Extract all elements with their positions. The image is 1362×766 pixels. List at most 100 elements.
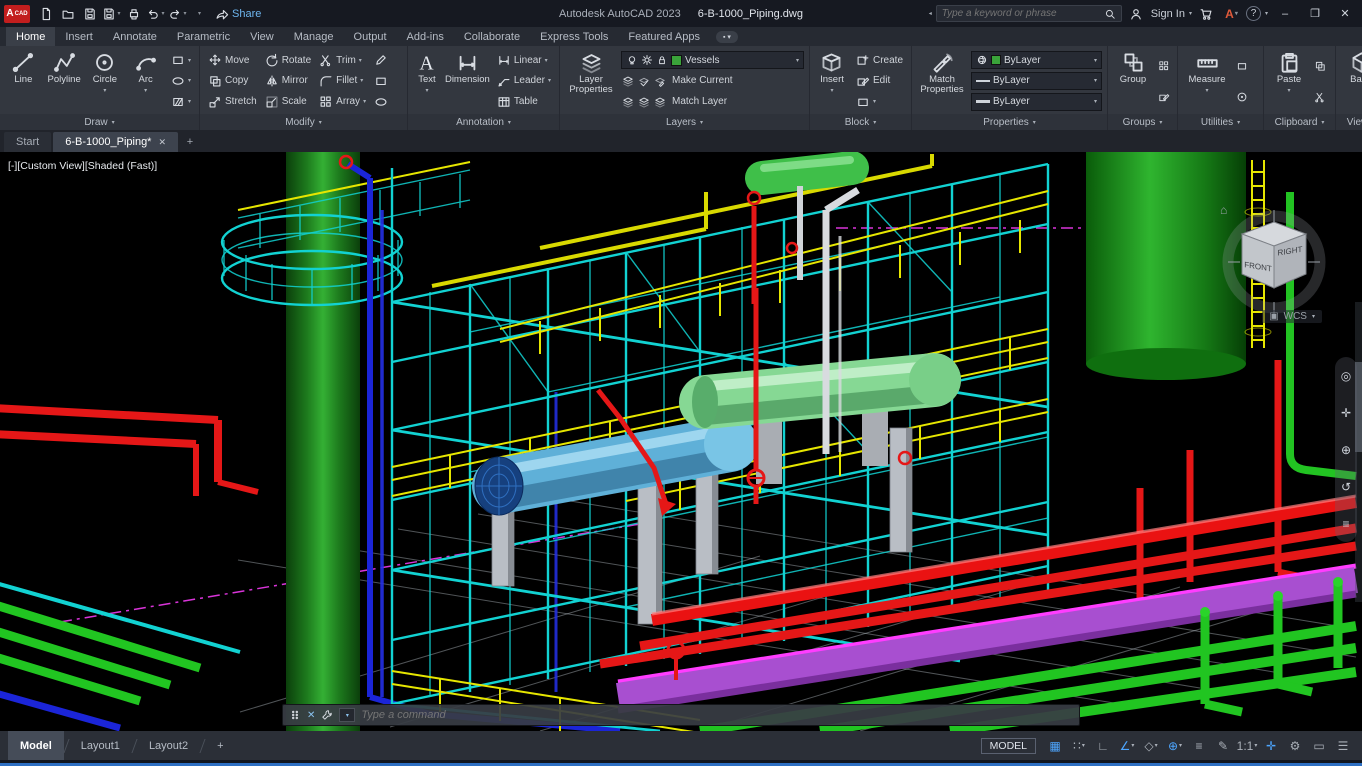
layer-color-chip[interactable] [671,54,682,66]
linetype-select[interactable]: ByLayer ▾ [971,71,1102,90]
polyline-button[interactable]: Polyline [46,49,83,113]
panel-label-groups[interactable]: Groups ▾ [1108,114,1177,130]
layer-lock-icon[interactable] [656,54,668,66]
ribbon-tab-insert[interactable]: Insert [55,27,103,46]
panel-label-modify[interactable]: Modify ▾ [200,114,407,130]
ribbon-display-toggle[interactable]: ▪ ▾ [715,30,738,43]
panel-label-view[interactable]: View▾ [1336,114,1362,130]
stretch-button[interactable]: Stretch [205,92,260,111]
layer-isolate-tool[interactable] [621,92,635,111]
share-button[interactable]: Share [215,7,261,21]
insert-block-button[interactable]: Insert ▾ [815,49,849,113]
explode-button[interactable] [371,71,391,90]
ribbon-tab-express-tools[interactable]: Express Tools [530,27,618,46]
undo-button[interactable]: ▾ [145,3,166,24]
pan-icon[interactable]: ✛ [1341,406,1351,420]
ribbon-tab-home[interactable]: Home [6,27,56,46]
command-close-icon[interactable]: ✕ [307,710,315,721]
ribbon-tab-parametric[interactable]: Parametric [167,27,240,46]
hatch-tool-button[interactable]: ▾ [168,92,194,111]
copy-button[interactable]: Copy [205,71,260,90]
layer-properties-button[interactable]: Layer Properties [565,49,617,113]
customization-menu-button[interactable]: ☰ [1332,735,1354,757]
erase-button[interactable] [371,51,391,70]
ribbon-tab-collaborate[interactable]: Collaborate [454,27,530,46]
ribbon-tab-manage[interactable]: Manage [284,27,344,46]
edit-block-button[interactable]: Edit [853,71,906,90]
save-button[interactable] [79,3,100,24]
store-cart-icon[interactable] [1196,3,1217,24]
arc-button[interactable]: Arc ▾ [127,49,164,113]
layer-state-tool-1[interactable] [621,71,635,90]
annotation-visibility-toggle[interactable]: ✛ [1260,735,1282,757]
autocad-logo-icon[interactable]: A CAD [4,4,30,23]
scale-button[interactable]: Scale [262,92,314,111]
ribbon-tab-annotate[interactable]: Annotate [103,27,167,46]
search-box[interactable] [935,5,1122,22]
model-space-badge[interactable]: MODEL [980,737,1036,754]
dynamic-input-toggle[interactable]: ✎ [1212,735,1234,757]
create-block-button[interactable]: Create [853,51,906,70]
zoom-extents-icon[interactable]: ⊕ [1341,443,1351,457]
rotate-button[interactable]: Rotate [262,51,314,70]
help-button[interactable]: ? [1245,6,1261,21]
ribbon-tab-output[interactable]: Output [344,27,397,46]
full-navigation-wheel-icon[interactable]: ◎ [1341,369,1351,383]
workspace-switching-button[interactable]: ⚙ [1284,735,1306,757]
clean-screen-toggle[interactable]: ▭ [1308,735,1330,757]
leader-button[interactable]: Leader ▾ [494,71,554,90]
trim-button[interactable]: Trim ▾ [316,51,369,70]
open-file-button[interactable] [57,3,78,24]
showmotion-icon[interactable]: ≡ [1342,517,1349,531]
rectangle-tool-button[interactable]: ▾ [168,51,194,70]
orbit-icon[interactable]: ↺ [1341,480,1351,494]
array-button[interactable]: Array ▾ [316,92,369,111]
lineweight-select[interactable]: ByLayer ▾ [971,92,1102,111]
redo-button[interactable]: ▾ [167,3,188,24]
snap-mode-toggle[interactable]: ∷ ▾ [1068,735,1090,757]
group-edit-button[interactable] [1157,87,1171,106]
layer-off-tool[interactable] [653,92,667,111]
layer-freeze-tool[interactable] [637,92,651,111]
id-point-button[interactable] [1235,87,1249,106]
panel-label-block[interactable]: Block ▾ [810,114,911,130]
match-properties-button[interactable]: Match Properties [917,49,967,113]
move-button[interactable]: Move [205,51,260,70]
linear-button[interactable]: Linear ▾ [494,51,554,70]
wcs-selector[interactable]: ▣ WCS ▾ [1262,310,1322,323]
group-button[interactable]: Group [1113,49,1153,113]
ortho-mode-toggle[interactable]: ∟ [1092,735,1114,757]
minimize-button[interactable]: – [1272,3,1298,24]
dimension-button[interactable]: Dimension [445,49,490,113]
command-customize-wrench-icon[interactable] [321,709,333,721]
ribbon-tab-view[interactable]: View [240,27,284,46]
drawing-viewport[interactable]: [-][Custom View][Shaded (Fast)] FRONT RI… [0,151,1362,736]
viewcube[interactable]: FRONT RIGHT ⌂ [1212,196,1336,354]
command-line[interactable]: ✕ ▾ [282,704,1080,726]
paste-button[interactable]: Paste ▾ [1269,49,1309,113]
quick-select-button[interactable] [1235,56,1249,75]
recent-commands-button[interactable]: ▾ [339,708,356,722]
text-button[interactable]: Text ▾ [413,49,441,113]
annotation-scale-button[interactable]: 1:1 ▾ [1236,735,1258,757]
polar-tracking-toggle[interactable]: ∠ ▾ [1116,735,1138,757]
new-file-button[interactable] [35,3,56,24]
base-view-button[interactable]: Base [1341,49,1362,113]
line-button[interactable]: Line [5,49,42,113]
circle-button[interactable]: Circle ▾ [87,49,124,113]
user-icon[interactable] [1126,3,1147,24]
ribbon-tab-addins[interactable]: Add-ins [397,27,454,46]
file-tab-document[interactable]: 6-B-1000_Piping* ✕ [53,132,179,152]
mirror-button[interactable]: Mirror [262,71,314,90]
command-grip-icon[interactable] [289,709,301,721]
new-layout-button[interactable]: + [205,731,235,760]
grid-display-toggle[interactable]: ▦ [1044,735,1066,757]
lineweight-display-toggle[interactable]: ≡ [1188,735,1210,757]
panel-label-properties[interactable]: Properties ▾ [912,114,1107,130]
plot-button[interactable] [123,3,144,24]
new-tab-button[interactable]: + [180,132,200,152]
fillet-button[interactable]: Fillet ▾ [316,71,369,90]
save-as-button[interactable]: ▾ [101,3,122,24]
app-manager-icon[interactable]: A ▾ [1221,3,1242,24]
sign-in-button[interactable]: Sign In [1151,8,1185,20]
